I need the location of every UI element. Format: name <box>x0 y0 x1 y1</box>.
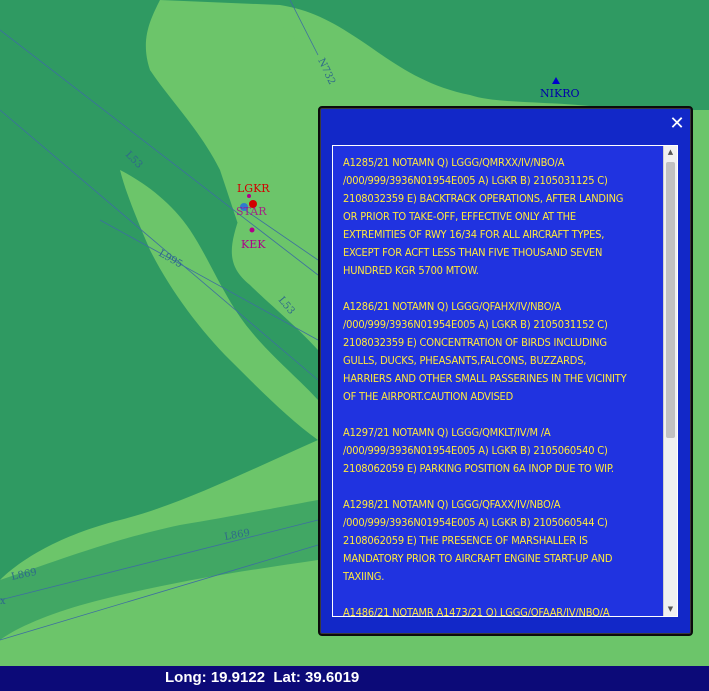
close-icon[interactable]: ✕ <box>669 115 685 133</box>
notam-list-box[interactable]: A1285/21 NOTAMN Q) LGGG/QMRXX/IV/NBO/A /… <box>332 145 678 617</box>
notam-popup: ✕ A1285/21 NOTAMN Q) LGGG/QMRXX/IV/NBO/A… <box>318 106 693 636</box>
scroll-down-icon[interactable]: ▼ <box>664 603 677 616</box>
notam-item: A1297/21 NOTAMN Q) LGGG/QMKLT/IV/M /A /0… <box>343 426 614 475</box>
kek-label: KEK <box>241 238 266 251</box>
cursor-coordinates: Long: 19.9122 Lat: 39.6019 <box>165 669 360 686</box>
lgkr-label: LGKR <box>237 182 270 195</box>
scroll-up-icon[interactable]: ▲ <box>664 146 677 159</box>
kek-point-icon[interactable] <box>249 227 255 233</box>
waypoint-icon[interactable] <box>247 194 251 198</box>
notam-item: A1286/21 NOTAMN Q) LGGG/QFAHX/IV/NBO/A /… <box>343 300 627 403</box>
notam-item: A1486/21 NOTAMR A1473/21 Q) LGGG/QFAAR/I… <box>343 606 610 616</box>
notam-item: A1285/21 NOTAMN Q) LGGG/QMRXX/IV/NBO/A /… <box>343 156 624 277</box>
status-bar: Long: 19.9122 Lat: 39.6019 <box>0 666 709 691</box>
airway-label-edge: x <box>0 596 6 607</box>
vertical-scrollbar[interactable]: ▲ ▼ <box>663 146 677 616</box>
notam-item: A1298/21 NOTAMN Q) LGGG/QFAXX/IV/NBO/A /… <box>343 498 613 583</box>
star-label: STAR <box>236 205 267 218</box>
nikro-label: NIKRO <box>540 87 580 100</box>
scroll-thumb[interactable] <box>666 162 675 438</box>
notam-list: A1285/21 NOTAMN Q) LGGG/QMRXX/IV/NBO/A /… <box>333 146 663 616</box>
